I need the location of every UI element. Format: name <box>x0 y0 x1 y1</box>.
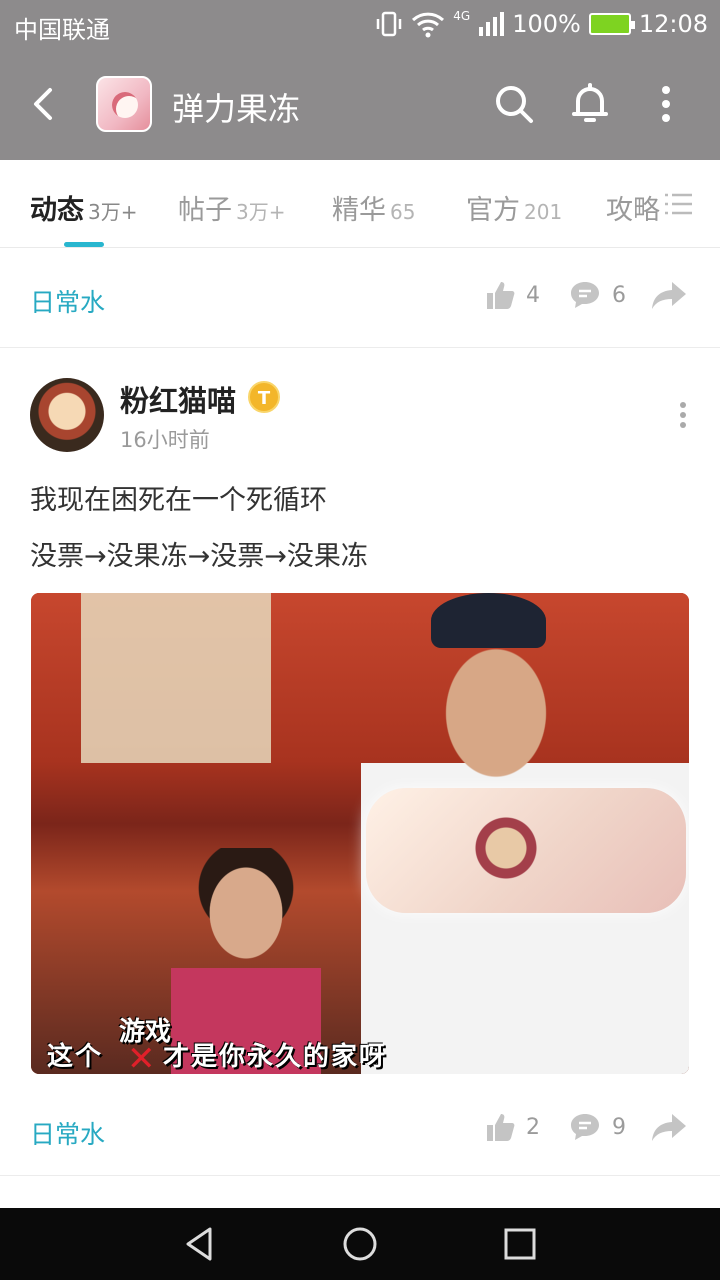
divider <box>0 347 720 348</box>
tab-official-label: 官方 <box>466 195 520 226</box>
bell-icon[interactable] <box>566 80 614 128</box>
tab-feed-label: 动态 <box>30 195 84 226</box>
comment-count: 6 <box>612 282 626 308</box>
like-count: 2 <box>526 1114 540 1140</box>
tab-official-count: 201 <box>524 200 563 224</box>
content-sheet: 动态 3万+ 帖子 3万+ 精华 65 官方 201 攻略 日常水 4 6 粉红猫喵 T… <box>0 160 720 1208</box>
post-image[interactable]: 游戏 这个 才是你永久的家呀 ✕ <box>31 593 689 1074</box>
tab-guides[interactable]: 攻略 <box>606 188 660 227</box>
post-footer: 日常水 2 9 <box>0 1081 720 1179</box>
comment-icon <box>571 1114 599 1140</box>
post-time: 16小时前 <box>120 428 210 452</box>
like-count: 4 <box>526 282 540 308</box>
post-more-icon[interactable] <box>668 400 698 430</box>
game-avatar[interactable] <box>96 76 152 132</box>
battery-percent: 100% <box>512 10 581 38</box>
tab-posts-count: 3万+ <box>236 200 286 224</box>
carrier-name: 中国联通 <box>14 16 110 44</box>
avatar[interactable] <box>30 378 104 452</box>
search-icon[interactable] <box>490 80 538 128</box>
tab-posts-label: 帖子 <box>178 195 232 226</box>
network-type: 4G <box>453 9 471 23</box>
more-vertical-icon[interactable] <box>642 80 690 128</box>
list-icon <box>665 193 692 215</box>
tab-featured-label: 精华 <box>332 195 386 226</box>
red-x-mark: ✕ <box>127 1039 156 1074</box>
top-app-bar: 弹力果冻 <box>0 50 720 160</box>
divider <box>0 1175 720 1176</box>
level-badge-icon: T <box>248 381 280 413</box>
share-icon[interactable] <box>650 279 688 311</box>
caption-end: 才是你永久的家呀 <box>163 1042 388 1072</box>
tab-posts[interactable]: 帖子 3万+ <box>178 188 285 227</box>
share-icon[interactable] <box>650 1111 688 1143</box>
tab-featured-count: 65 <box>390 200 416 224</box>
back-arrow-icon[interactable] <box>22 82 66 126</box>
prev-post-footer: 日常水 4 6 <box>0 249 720 347</box>
tab-feed[interactable]: 动态 3万+ <box>30 188 137 227</box>
comment-count: 9 <box>612 1114 626 1140</box>
post-text-line: 我现在困死在一个死循环 <box>30 485 327 516</box>
tab-list-button[interactable] <box>660 190 700 220</box>
signal-icon <box>479 12 505 36</box>
nav-recents-icon[interactable] <box>500 1224 540 1264</box>
nav-back-icon[interactable] <box>180 1224 220 1264</box>
clock: 12:08 <box>638 10 708 38</box>
topic-tag[interactable]: 日常水 <box>30 1115 105 1151</box>
tab-feed-count: 3万+ <box>88 200 138 224</box>
tab-featured[interactable]: 精华 65 <box>332 188 415 227</box>
comment-icon <box>571 282 599 308</box>
like-button[interactable]: 2 <box>484 1111 540 1143</box>
author-name[interactable]: 粉红猫喵 <box>120 378 236 420</box>
comment-button[interactable]: 6 <box>568 279 626 311</box>
thumbs-up-icon <box>487 282 515 309</box>
tab-guides-label: 攻略 <box>606 195 660 226</box>
comment-button[interactable]: 9 <box>568 1111 626 1143</box>
vibrate-icon <box>377 11 402 37</box>
tab-indicator <box>64 242 104 247</box>
like-button[interactable]: 4 <box>484 279 540 311</box>
battery-icon <box>588 13 635 35</box>
image-caption: 这个 才是你永久的家呀 <box>47 1036 387 1073</box>
system-nav-bar <box>0 1208 720 1280</box>
status-bar: 中国联通 4G 100% 12:08 <box>0 0 720 50</box>
nav-home-icon[interactable] <box>340 1224 380 1264</box>
page-title: 弹力果冻 <box>172 90 301 128</box>
topic-tag[interactable]: 日常水 <box>30 283 105 319</box>
anime-pillow <box>366 788 686 913</box>
tab-official[interactable]: 官方 201 <box>466 188 562 227</box>
post-text-line: 没票→没果冻→没票→没果冻 <box>30 541 368 572</box>
thumbs-up-icon <box>487 1114 515 1141</box>
status-icons: 4G 100% 12:08 <box>375 9 708 38</box>
caption-start: 这个 <box>47 1042 104 1072</box>
tab-bar: 动态 3万+ 帖子 3万+ 精华 65 官方 201 攻略 <box>0 160 720 248</box>
wifi-icon <box>412 12 445 38</box>
